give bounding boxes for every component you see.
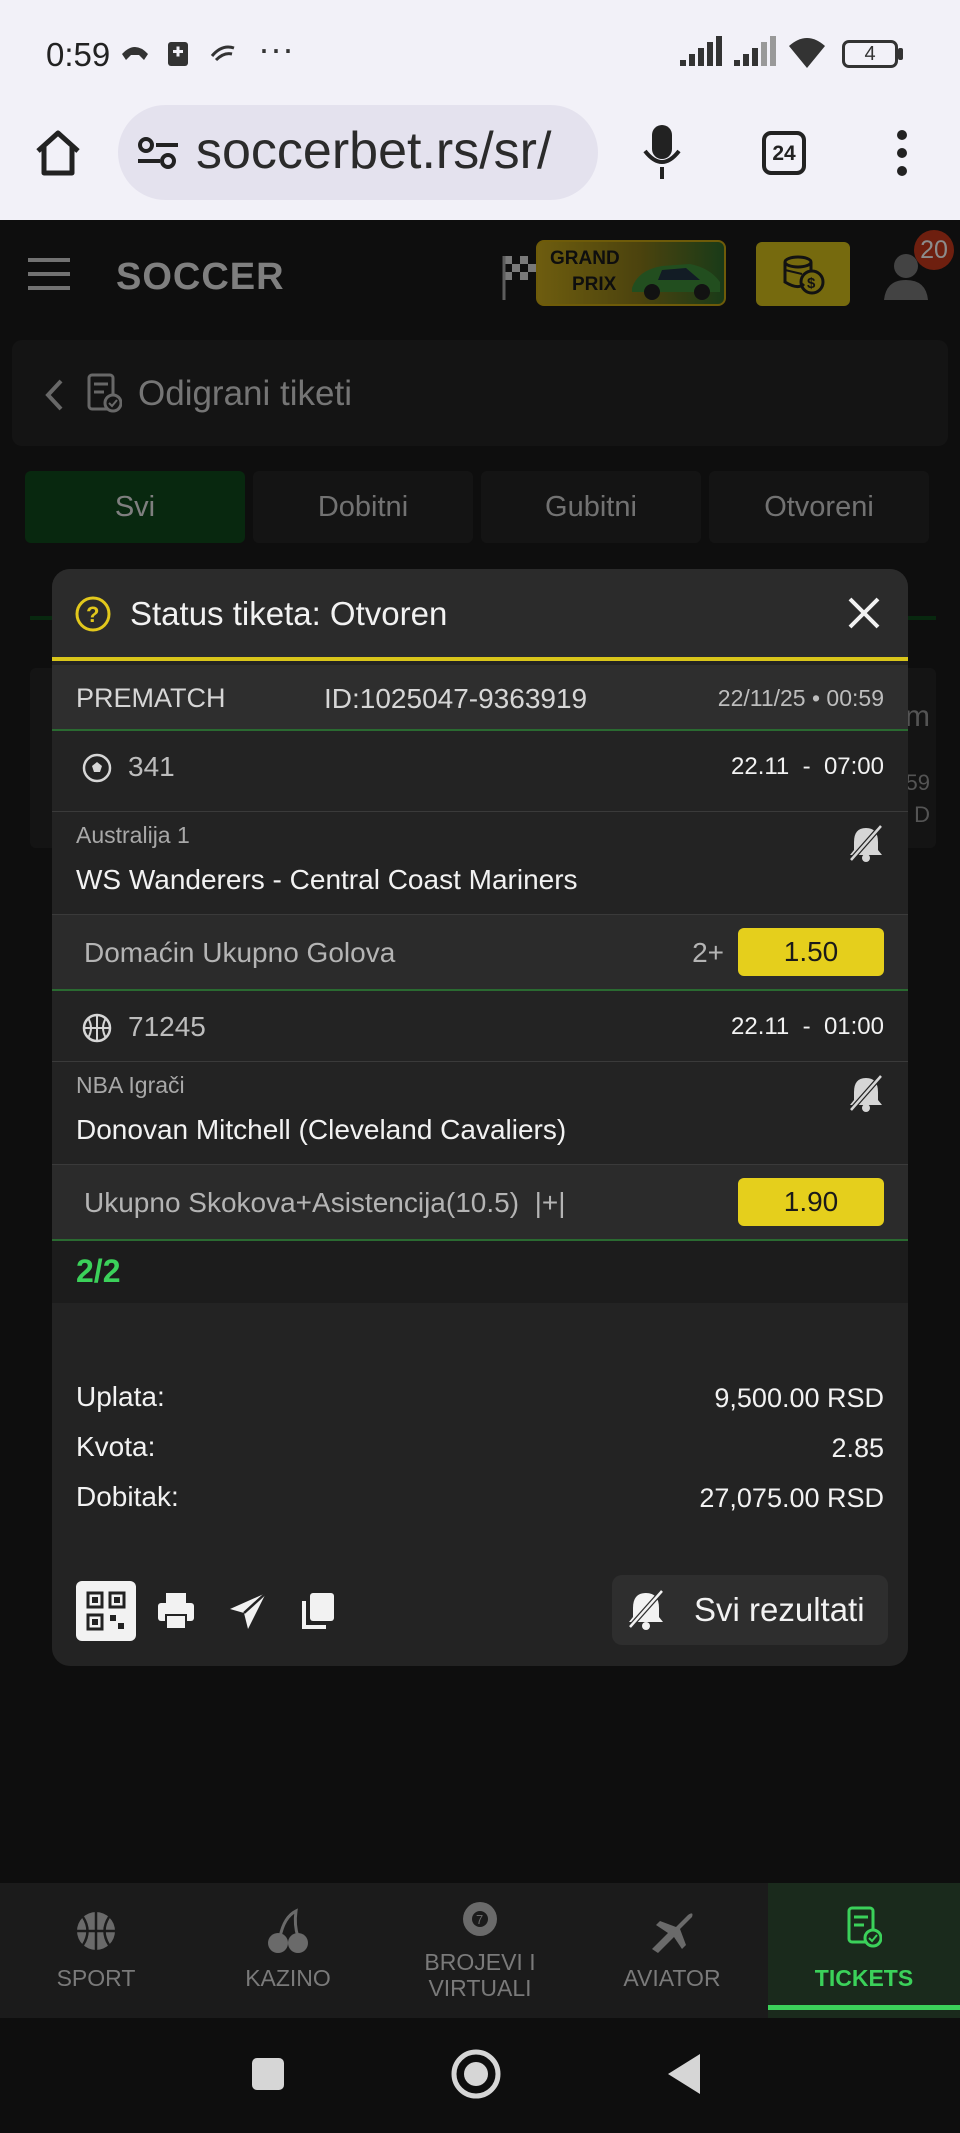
league-name: Australija 1 [76,822,190,848]
status-bar: 0:59 ··· 4 [0,0,960,105]
odd-badge: 1.90 [738,1178,884,1226]
bet-selection-row: Domaćin Ukupno Golova 2+ 1.50 [52,915,908,989]
pick-value: 2+ [692,937,724,968]
site-settings-icon[interactable] [136,135,180,171]
event-code-row: 341 22.11 - 07:00 [52,731,908,801]
modal-title: Status tiketa: Otvoren [130,595,448,632]
win-value: 27,075.00 RSD [699,1483,884,1513]
ticket-list-icon [847,1906,882,1948]
nav-tickets[interactable]: TICKETS [768,1883,960,2018]
send-icon[interactable] [228,1591,268,1631]
odds-value: 2.85 [831,1433,884,1463]
basketball-icon [77,1912,115,1950]
ticket-datetime: 22/11/25 • 00:59 [717,685,884,711]
event-date: 22.11 - 01:00 [731,1013,884,1040]
odds-row: Kvota: 2.85 [52,1431,908,1471]
match-name: Donovan Mitchell (Cleveland Cavaliers) [76,1114,567,1145]
win-row: Dobitak: 27,075.00 RSD [52,1481,908,1521]
nav-label: AVIATOR [623,1965,721,1991]
wind-icon [210,45,235,62]
close-icon[interactable] [846,595,882,631]
win-label: Dobitak: [76,1481,179,1512]
ticket-info-row: PREMATCH ID:1025047-9363919 22/11/25 • 0… [52,665,908,729]
qr-code-button[interactable] [76,1581,136,1641]
battery-icon: 4 [842,40,898,68]
event-match-row: Australija 1 WS Wanderers - Central Coas… [52,812,908,914]
nav-kazino[interactable]: KAZINO [192,1883,384,2018]
combination-count: 2/2 [76,1253,121,1289]
stake-label: Uplata: [76,1381,165,1412]
call-icon [122,47,148,60]
all-results-button[interactable]: Svi rezultati [612,1575,888,1645]
match-name: WS Wanderers - Central Coast Mariners [76,864,578,895]
sim-icon [168,42,188,66]
qr-code-icon [86,1591,126,1631]
svg-text:7: 7 [476,1912,483,1927]
back-button-icon[interactable] [664,2052,704,2096]
nav-label: SPORT [56,1965,136,1991]
event-match-row: NBA Igrači Donovan Mitchell (Cleveland C… [52,1062,908,1164]
airplane-icon [652,1913,693,1953]
modal-header: ? Status tiketa: Otvoren [52,569,908,661]
more-status-icon: ··· [258,28,294,69]
market-name: Ukupno Skokova+Asistencija(10.5) |+| [84,1187,566,1218]
nav-label: BROJEVI I VIRTUALI [424,1949,536,2001]
svg-text:?: ? [86,602,99,627]
address-bar[interactable]: soccerbet.rs/sr/ [118,105,598,200]
system-navigation-bar [0,2018,960,2133]
event-date: 22.11 - 07:00 [731,753,884,780]
bottom-navigation: SPORT KAZINO 7 BROJEVI I VIRTUALI AVIATO… [0,1883,960,2018]
lottery-ball-icon: 7 [463,1902,497,1936]
basketball-icon [82,1013,112,1043]
ticket-type: PREMATCH [76,683,226,713]
cherries-icon [268,1908,308,1953]
ticket-status-modal: ? Status tiketa: Otvoren PREMATCH ID:102… [52,569,908,1666]
signal-2-icon [734,36,776,66]
nav-aviator[interactable]: AVIATOR [576,1883,768,2018]
browser-toolbar: soccerbet.rs/sr/ 24 [0,105,960,220]
market-name: Domaćin Ukupno Golova [84,937,396,968]
nav-brojevi-virtuali[interactable]: 7 BROJEVI I VIRTUALI [384,1883,576,2018]
league-name: NBA Igrači [76,1072,185,1098]
bet-selection-row: Ukupno Skokova+Asistencija(10.5) |+| 1.9… [52,1165,908,1239]
help-icon: ? [75,596,111,632]
stake-value: 9,500.00 RSD [714,1383,884,1413]
event-code-row: 71245 22.11 - 01:00 [52,991,908,1061]
soccer-ball-icon [82,753,112,783]
nav-label: TICKETS [814,1965,914,1991]
odds-label: Kvota: [76,1431,156,1462]
home-button-icon[interactable] [450,2048,502,2100]
event-code: 341 [128,751,175,782]
odd-badge: 1.50 [738,928,884,976]
battery-tip [898,48,903,60]
recent-apps-icon[interactable] [250,2056,286,2092]
signal-icon [680,36,722,66]
active-indicator [768,2005,960,2010]
bell-off-icon [628,1589,664,1630]
wifi-icon [789,38,825,68]
tabs-count-button[interactable]: 24 [762,131,806,175]
stake-row: Uplata: 9,500.00 RSD [52,1381,908,1421]
nav-sport[interactable]: SPORT [0,1883,192,2018]
bell-off-icon[interactable] [848,1074,884,1112]
microphone-icon[interactable] [640,123,684,183]
copy-icon[interactable] [298,1591,338,1631]
nav-label: KAZINO [245,1965,331,1991]
ticket-id: ID:1025047-9363919 [324,683,588,714]
browser-menu-icon[interactable] [890,127,914,179]
combination-row: 2/2 [52,1241,908,1303]
home-icon[interactable] [32,127,84,179]
status-time: 0:59 [46,36,111,73]
url-text: soccerbet.rs/sr/ [196,122,552,180]
bell-off-icon[interactable] [848,824,884,862]
event-code: 71245 [128,1011,206,1042]
print-icon[interactable] [156,1591,196,1631]
all-results-label: Svi rezultati [694,1591,865,1628]
